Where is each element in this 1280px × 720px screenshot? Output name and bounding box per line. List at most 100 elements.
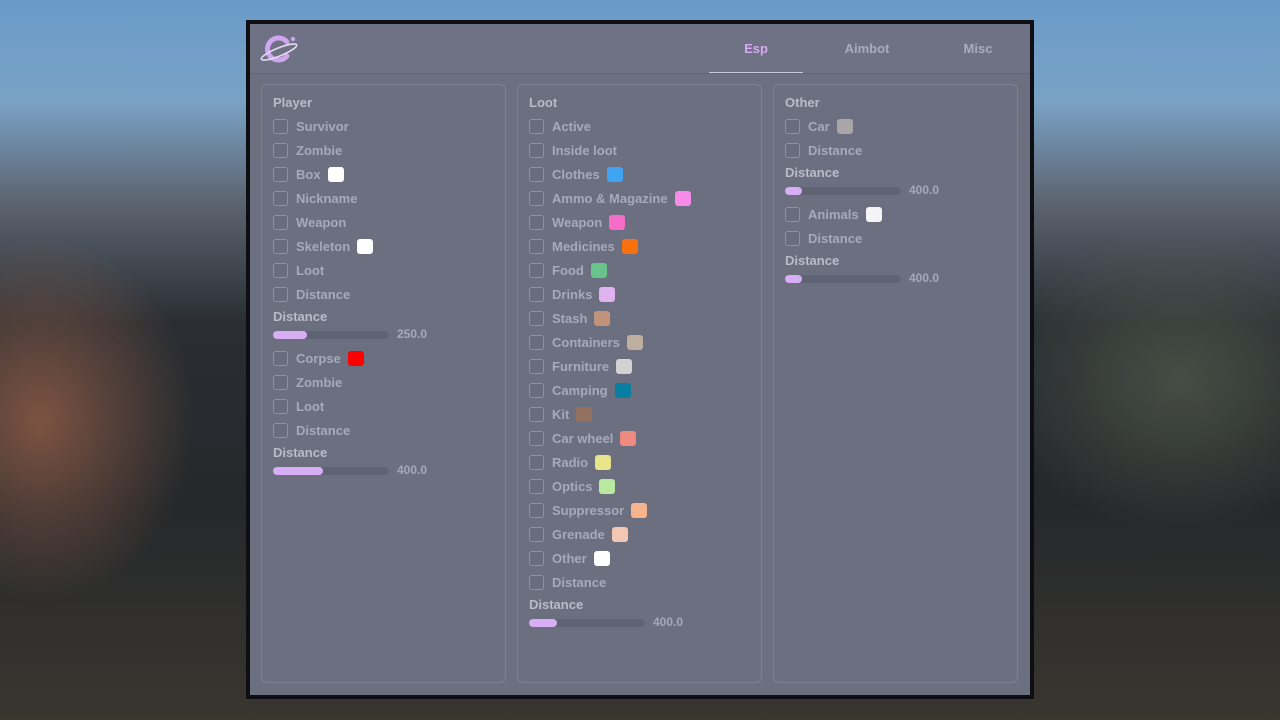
color-swatch[interactable] xyxy=(611,526,628,542)
color-swatch[interactable] xyxy=(621,238,638,254)
tab-misc[interactable]: Misc xyxy=(931,24,1025,73)
color-swatch[interactable] xyxy=(616,358,633,374)
option-car-wheel[interactable]: Car wheel xyxy=(529,429,637,447)
checkbox[interactable] xyxy=(529,118,544,134)
checkbox[interactable] xyxy=(785,118,800,134)
color-swatch[interactable] xyxy=(347,350,364,366)
option-suppressor[interactable]: Suppressor xyxy=(529,501,648,519)
checkbox[interactable] xyxy=(273,262,288,278)
option-loot[interactable]: Loot xyxy=(273,261,324,279)
color-swatch[interactable] xyxy=(594,310,611,326)
option-drinks[interactable]: Drinks xyxy=(529,285,616,303)
tab-aimbot[interactable]: Aimbot xyxy=(820,24,914,73)
option-clothes[interactable]: Clothes xyxy=(529,165,623,183)
option-ammo-and-magazine[interactable]: Ammo & Magazine xyxy=(529,189,691,207)
checkbox[interactable] xyxy=(273,214,288,230)
checkbox[interactable] xyxy=(529,190,544,206)
checkbox[interactable] xyxy=(529,238,544,254)
color-swatch[interactable] xyxy=(599,478,616,494)
checkbox[interactable] xyxy=(273,374,288,390)
checkbox[interactable] xyxy=(529,142,544,158)
color-swatch[interactable] xyxy=(614,382,631,398)
option-car[interactable]: Car xyxy=(785,117,853,135)
checkbox[interactable] xyxy=(273,166,288,182)
color-swatch[interactable] xyxy=(590,262,607,278)
option-kit[interactable]: Kit xyxy=(529,405,593,423)
color-swatch[interactable] xyxy=(606,166,623,182)
color-swatch[interactable] xyxy=(609,214,626,230)
color-swatch[interactable] xyxy=(327,166,344,182)
checkbox[interactable] xyxy=(529,382,544,398)
color-swatch[interactable] xyxy=(836,118,853,134)
checkbox[interactable] xyxy=(273,238,288,254)
option-other[interactable]: Other xyxy=(529,549,610,567)
option-box[interactable]: Box xyxy=(273,165,344,183)
checkbox[interactable] xyxy=(273,118,288,134)
option-nickname[interactable]: Nickname xyxy=(273,189,357,207)
checkbox[interactable] xyxy=(529,502,544,518)
checkbox[interactable] xyxy=(529,334,544,350)
option-weapon[interactable]: Weapon xyxy=(273,213,346,231)
color-swatch[interactable] xyxy=(865,206,882,222)
checkbox[interactable] xyxy=(273,398,288,414)
checkbox[interactable] xyxy=(529,526,544,542)
checkbox[interactable] xyxy=(273,190,288,206)
color-swatch[interactable] xyxy=(631,502,648,518)
color-swatch[interactable] xyxy=(626,334,643,350)
color-swatch[interactable] xyxy=(674,190,691,206)
option-skeleton[interactable]: Skeleton xyxy=(273,237,374,255)
option-food[interactable]: Food xyxy=(529,261,607,279)
option-furniture[interactable]: Furniture xyxy=(529,357,633,375)
color-swatch[interactable] xyxy=(357,238,374,254)
checkbox[interactable] xyxy=(273,422,288,438)
checkbox[interactable] xyxy=(529,478,544,494)
checkbox[interactable] xyxy=(785,142,800,158)
checkbox[interactable] xyxy=(785,230,800,246)
checkbox[interactable] xyxy=(529,406,544,422)
option-grenade[interactable]: Grenade xyxy=(529,525,628,543)
checkbox[interactable] xyxy=(529,214,544,230)
checkbox[interactable] xyxy=(785,206,800,222)
color-swatch[interactable] xyxy=(595,454,612,470)
option-zombie[interactable]: Zombie xyxy=(273,141,342,159)
option-loot[interactable]: Loot xyxy=(273,397,324,415)
option-survivor[interactable]: Survivor xyxy=(273,117,349,135)
option-containers[interactable]: Containers xyxy=(529,333,643,351)
option-camping[interactable]: Camping xyxy=(529,381,631,399)
animals-distance-slider[interactable] xyxy=(785,275,901,283)
option-distance[interactable]: Distance xyxy=(273,285,350,303)
tab-esp[interactable]: Esp xyxy=(709,24,803,73)
checkbox[interactable] xyxy=(273,286,288,302)
option-zombie[interactable]: Zombie xyxy=(273,373,342,391)
option-corpse[interactable]: Corpse xyxy=(273,349,364,367)
color-swatch[interactable] xyxy=(576,406,593,422)
option-distance[interactable]: Distance xyxy=(529,573,606,591)
car-distance-slider[interactable] xyxy=(785,187,901,195)
checkbox[interactable] xyxy=(273,350,288,366)
option-weapon[interactable]: Weapon xyxy=(529,213,626,231)
checkbox[interactable] xyxy=(529,166,544,182)
checkbox[interactable] xyxy=(529,358,544,374)
option-active[interactable]: Active xyxy=(529,117,591,135)
option-distance[interactable]: Distance xyxy=(785,141,862,159)
color-swatch[interactable] xyxy=(593,550,610,566)
checkbox[interactable] xyxy=(529,574,544,590)
option-medicines[interactable]: Medicines xyxy=(529,237,638,255)
player-distance-slider[interactable] xyxy=(273,331,389,339)
checkbox[interactable] xyxy=(273,142,288,158)
option-radio[interactable]: Radio xyxy=(529,453,612,471)
checkbox[interactable] xyxy=(529,550,544,566)
option-distance[interactable]: Distance xyxy=(273,421,350,439)
option-animals[interactable]: Animals xyxy=(785,205,882,223)
corpse-distance-slider[interactable] xyxy=(273,467,389,475)
checkbox[interactable] xyxy=(529,262,544,278)
checkbox[interactable] xyxy=(529,430,544,446)
color-swatch[interactable] xyxy=(620,430,637,446)
checkbox[interactable] xyxy=(529,286,544,302)
option-inside-loot[interactable]: Inside loot xyxy=(529,141,617,159)
option-optics[interactable]: Optics xyxy=(529,477,616,495)
option-stash[interactable]: Stash xyxy=(529,309,611,327)
option-distance[interactable]: Distance xyxy=(785,229,862,247)
checkbox[interactable] xyxy=(529,310,544,326)
color-swatch[interactable] xyxy=(599,286,616,302)
